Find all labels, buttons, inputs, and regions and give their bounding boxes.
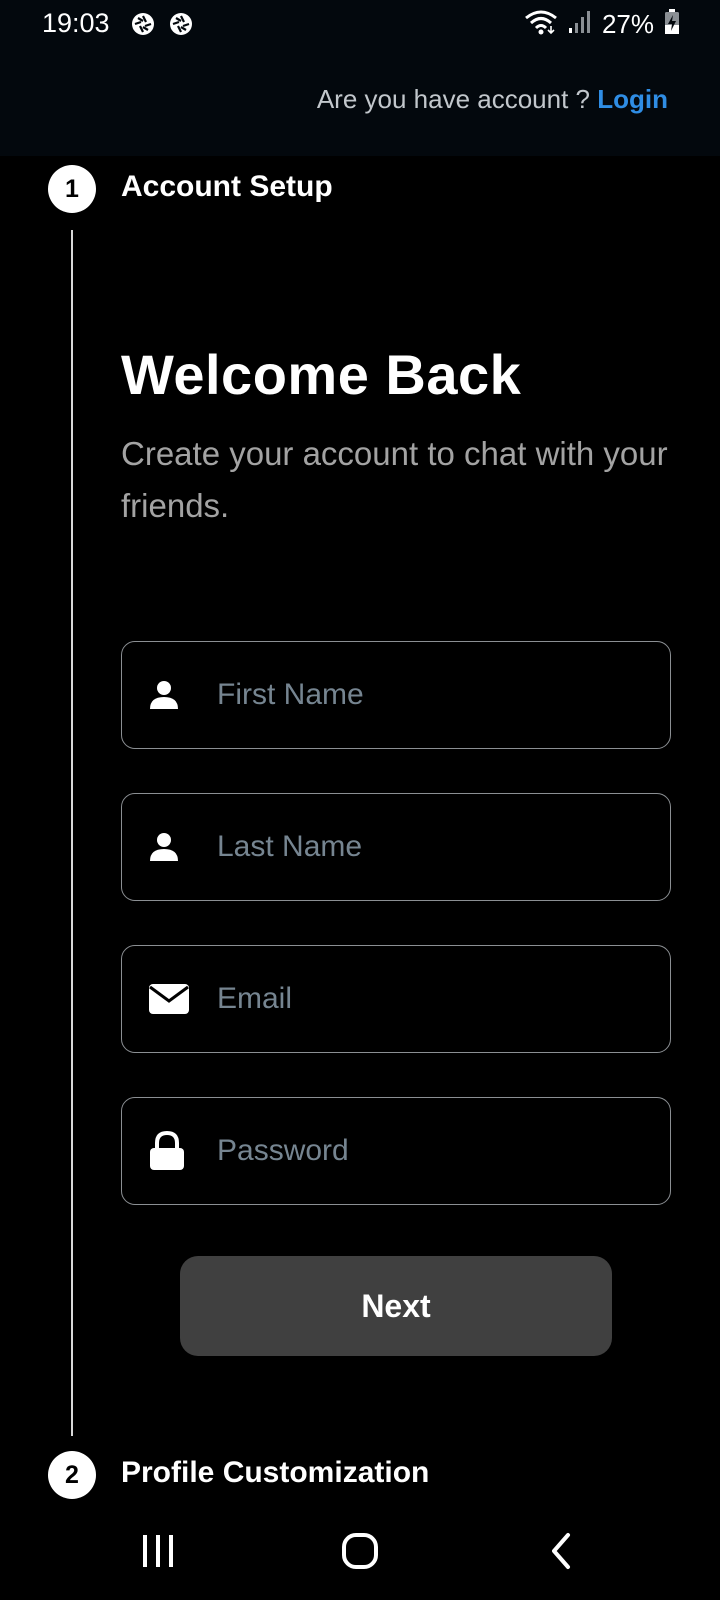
recent-apps-icon[interactable] (128, 1526, 188, 1576)
camera-aperture-icon (168, 11, 194, 37)
step-1-indicator: 1 (48, 165, 96, 213)
lock-icon (148, 1131, 186, 1171)
back-icon[interactable] (532, 1526, 592, 1576)
envelope-icon (148, 983, 190, 1015)
home-icon[interactable] (330, 1526, 390, 1576)
status-time: 19:03 (42, 8, 110, 38)
last-name-field[interactable] (121, 793, 671, 901)
login-prompt-text: Are you have account ? (316, 84, 598, 114)
password-input[interactable] (217, 1098, 647, 1204)
step-2-indicator[interactable]: 2 (48, 1451, 96, 1499)
step-1-label: Account Setup (121, 170, 333, 203)
page-title: Welcome Back (121, 343, 522, 406)
camera-aperture-icon (130, 11, 156, 37)
password-field[interactable] (121, 1097, 671, 1205)
last-name-input[interactable] (217, 794, 647, 900)
battery-percentage: 27% (601, 8, 654, 39)
top-bar: Are you have account ? Login (0, 48, 720, 156)
battery-charging-icon (664, 8, 680, 40)
status-indicators: 27% (524, 6, 680, 42)
first-name-field[interactable] (121, 641, 671, 749)
page-subtitle: Create your account to chat with your fr… (121, 435, 668, 524)
login-link[interactable]: Login (597, 84, 668, 114)
first-name-input[interactable] (217, 642, 647, 748)
next-button[interactable]: Next (180, 1256, 612, 1356)
step-2-label[interactable]: Profile Customization (121, 1456, 429, 1490)
step-connector-line (71, 230, 73, 1436)
login-prompt-row: Are you have account ? Login (317, 84, 668, 115)
wifi-icon (524, 9, 558, 40)
person-icon (148, 679, 180, 711)
navigation-bar (0, 1500, 720, 1600)
person-icon (148, 831, 180, 863)
email-field[interactable] (121, 945, 671, 1053)
status-bar: 19:03 27% (0, 0, 720, 48)
signal-icon (568, 10, 592, 39)
email-input[interactable] (217, 946, 647, 1052)
